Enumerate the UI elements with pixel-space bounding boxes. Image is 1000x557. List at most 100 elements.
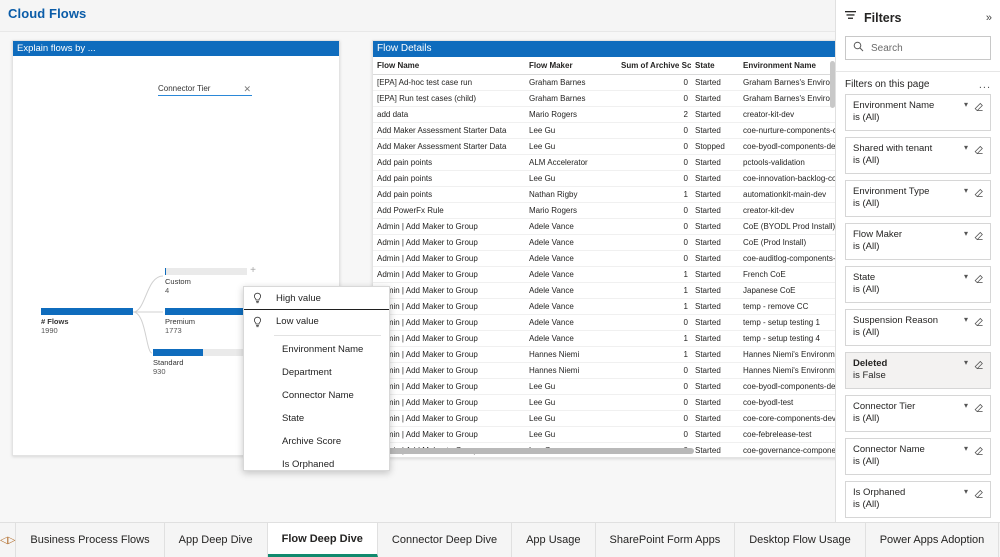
table-row[interactable]: Admin | Add Maker to GroupHannes Niemi0S… xyxy=(373,363,838,379)
context-menu-item-environment-name[interactable]: Environment Name xyxy=(244,338,389,361)
cell-archive-score: 0 xyxy=(617,379,691,395)
expand-plus-icon[interactable]: + xyxy=(250,267,256,275)
cell-state: Started xyxy=(691,299,739,315)
chevron-down-icon[interactable]: ▾ xyxy=(964,315,968,324)
tab-business-process-flows[interactable]: Business Process Flows xyxy=(16,523,164,557)
table-row[interactable]: Admin | Add Maker to GroupAdele Vance0St… xyxy=(373,251,838,267)
chevron-down-icon[interactable]: ▾ xyxy=(964,143,968,152)
cell-flow-maker: Hannes Niemi xyxy=(525,363,617,379)
table-row[interactable]: Add pain pointsNathan Rigby1Startedautom… xyxy=(373,187,838,203)
column-header-flow-maker[interactable]: Flow Maker xyxy=(525,57,617,75)
filters-search-box[interactable]: Search xyxy=(845,36,991,60)
table-row[interactable]: Admin | Add Maker to GroupLee Gu0Started… xyxy=(373,379,838,395)
tab-app-deep-dive[interactable]: App Deep Dive xyxy=(165,523,268,557)
filter-card-suspension-reason[interactable]: Suspension Reasonis (All)▾ xyxy=(845,309,991,346)
clear-filter-icon[interactable] xyxy=(974,487,985,505)
context-menu-item-low-value[interactable]: Low value xyxy=(244,310,389,333)
next-page-icon[interactable]: ▷ xyxy=(8,535,16,546)
clear-filter-icon[interactable] xyxy=(974,444,985,462)
cell-state: Started xyxy=(691,91,739,107)
tree-node-root[interactable]: # Flows 1990 xyxy=(41,308,133,335)
chevron-down-icon[interactable]: ▾ xyxy=(964,358,968,367)
table-row[interactable]: Admin | Add Maker to GroupAdele Vance0St… xyxy=(373,315,838,331)
table-row[interactable]: Admin | Add Maker to GroupAdele Vance0St… xyxy=(373,235,838,251)
table-row[interactable]: Admin | Add Maker to GroupLee Gu0Started… xyxy=(373,427,838,443)
clear-filter-icon[interactable] xyxy=(974,358,985,376)
close-icon[interactable]: ✕ xyxy=(242,85,252,93)
table-horizontal-scrollbar[interactable] xyxy=(376,448,694,454)
table-row[interactable]: Add pain pointsALM Accelerator0Startedpc… xyxy=(373,155,838,171)
table-row[interactable]: add dataMario Rogers2Startedcreator-kit-… xyxy=(373,107,838,123)
filter-card-state[interactable]: Stateis (All)▾ xyxy=(845,266,991,303)
table-row[interactable]: Add pain pointsLee Gu0Startedcoe-innovat… xyxy=(373,171,838,187)
tree-level-header[interactable]: Connector Tier ✕ xyxy=(158,84,252,96)
filter-card-connector-name[interactable]: Connector Nameis (All)▾ xyxy=(845,438,991,475)
filter-card-environment-type[interactable]: Environment Typeis (All)▾ xyxy=(845,180,991,217)
filter-card-flow-maker[interactable]: Flow Makeris (All)▾ xyxy=(845,223,991,260)
tree-node-custom[interactable]: + Custom 4 xyxy=(165,268,247,295)
filter-card-shared-with-tenant[interactable]: Shared with tenantis (All)▾ xyxy=(845,137,991,174)
chevron-down-icon[interactable]: ▾ xyxy=(964,272,968,281)
tab-flow-deep-dive[interactable]: Flow Deep Dive xyxy=(268,523,378,557)
tab-power-apps-adoption[interactable]: Power Apps Adoption xyxy=(866,523,1000,557)
filter-card-connector-tier[interactable]: Connector Tieris (All)▾ xyxy=(845,395,991,432)
filter-card-environment-name[interactable]: Environment Nameis (All)▾ xyxy=(845,94,991,131)
column-header-state[interactable]: State xyxy=(691,57,739,75)
tree-node-standard[interactable]: + Standard 930 xyxy=(153,349,247,376)
cell-archive-score: 0 xyxy=(617,75,691,91)
tab-sharepoint-form-apps[interactable]: SharePoint Form Apps xyxy=(596,523,736,557)
cell-flow-name: Admin | Add Maker to Group xyxy=(373,411,525,427)
column-header-archive-score[interactable]: Sum of Archive Score xyxy=(617,57,691,75)
tab-connector-deep-dive[interactable]: Connector Deep Dive xyxy=(378,523,512,557)
chevron-down-icon[interactable]: ▾ xyxy=(964,186,968,195)
chevron-down-icon[interactable]: ▾ xyxy=(964,401,968,410)
filter-card-is-orphaned[interactable]: Is Orphanedis (All)▾ xyxy=(845,481,991,518)
clear-filter-icon[interactable] xyxy=(974,100,985,118)
cell-archive-score: 1 xyxy=(617,331,691,347)
table-row[interactable]: Add Maker Assessment Starter DataLee Gu0… xyxy=(373,123,838,139)
context-menu-item-state[interactable]: State xyxy=(244,407,389,430)
previous-page-icon[interactable]: ◁ xyxy=(0,535,8,546)
filters-title: Filters xyxy=(864,11,986,25)
table-row[interactable]: [EPA] Run test cases (child)Graham Barne… xyxy=(373,91,838,107)
filter-card-deleted[interactable]: Deletedis False▾ xyxy=(845,352,991,389)
cell-environment-name: automationkit-main-dev xyxy=(739,187,838,203)
tree-node-premium[interactable]: + Premium 1773 xyxy=(165,308,247,335)
more-options-icon[interactable]: ... xyxy=(979,82,991,88)
context-menu-item-archive-score[interactable]: Archive Score xyxy=(244,430,389,453)
table-row[interactable]: Add PowerFx RuleMario Rogers0Startedcrea… xyxy=(373,203,838,219)
clear-filter-icon[interactable] xyxy=(974,315,985,333)
column-header-environment-name[interactable]: Environment Name xyxy=(739,57,838,75)
tree-context-menu: High value Low value Environment Name De… xyxy=(243,286,390,471)
table-row[interactable]: Admin | Add Maker to GroupAdele Vance1St… xyxy=(373,299,838,315)
context-menu-item-department[interactable]: Department xyxy=(244,361,389,384)
table-row[interactable]: Admin | Add Maker to GroupAdele Vance1St… xyxy=(373,267,838,283)
context-menu-item-high-value[interactable]: High value xyxy=(244,287,389,310)
tab-desktop-flow-usage[interactable]: Desktop Flow Usage xyxy=(735,523,866,557)
table-row[interactable]: Admin | Add Maker to GroupHannes Niemi1S… xyxy=(373,347,838,363)
tree-node-label: Custom xyxy=(165,277,247,286)
table-row[interactable]: Admin | Add Maker to GroupAdele Vance1St… xyxy=(373,331,838,347)
table-row[interactable]: Admin | Add Maker to GroupAdele Vance1St… xyxy=(373,283,838,299)
clear-filter-icon[interactable] xyxy=(974,229,985,247)
table-row[interactable]: Admin | Add Maker to GroupAdele Vance0St… xyxy=(373,219,838,235)
chevron-down-icon[interactable]: ▾ xyxy=(964,487,968,496)
chevron-down-icon[interactable]: ▾ xyxy=(964,444,968,453)
table-row[interactable]: Admin | Add Maker to GroupLee Gu0Started… xyxy=(373,395,838,411)
column-header-flow-name[interactable]: Flow Name xyxy=(373,57,525,75)
cell-archive-score: 0 xyxy=(617,171,691,187)
tab-app-usage[interactable]: App Usage xyxy=(512,523,595,557)
clear-filter-icon[interactable] xyxy=(974,143,985,161)
table-row[interactable]: Add Maker Assessment Starter DataLee Gu0… xyxy=(373,139,838,155)
clear-filter-icon[interactable] xyxy=(974,186,985,204)
chevron-double-right-icon[interactable]: » xyxy=(986,12,992,24)
cell-archive-score: 1 xyxy=(617,283,691,299)
table-row[interactable]: Admin | Add Maker to GroupLee Gu0Started… xyxy=(373,411,838,427)
context-menu-item-connector-name[interactable]: Connector Name xyxy=(244,384,389,407)
chevron-down-icon[interactable]: ▾ xyxy=(964,229,968,238)
context-menu-item-is-orphaned[interactable]: Is Orphaned xyxy=(244,453,389,476)
chevron-down-icon[interactable]: ▾ xyxy=(964,100,968,109)
clear-filter-icon[interactable] xyxy=(974,272,985,290)
clear-filter-icon[interactable] xyxy=(974,401,985,419)
table-row[interactable]: [EPA] Ad-hoc test case runGraham Barnes0… xyxy=(373,75,838,91)
